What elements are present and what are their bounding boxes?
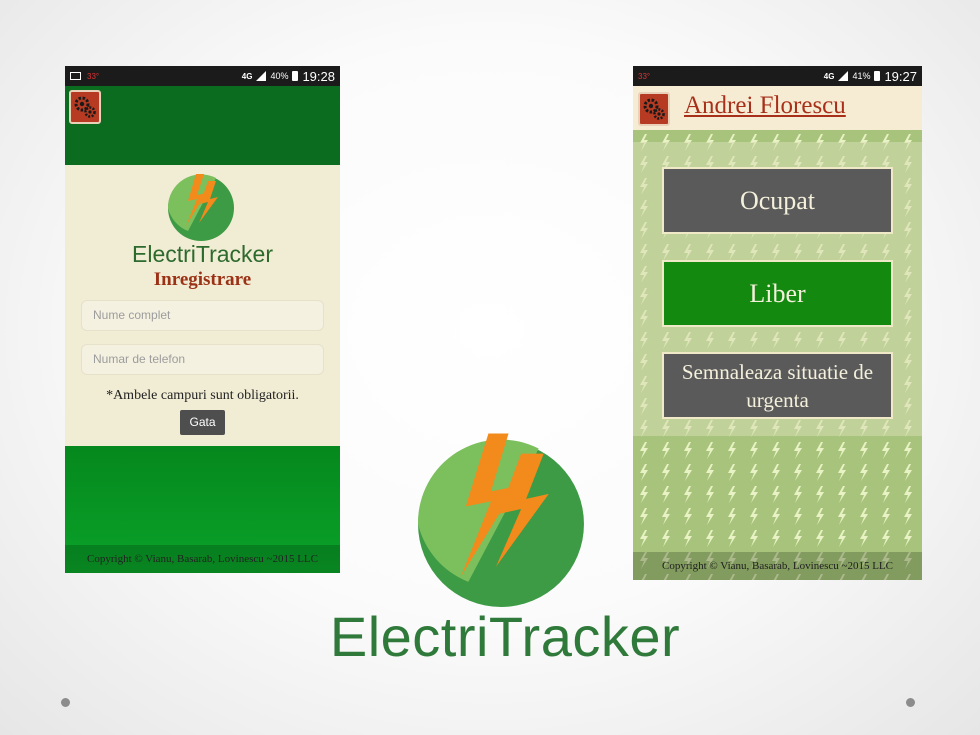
electritracker-logo-icon: [167, 174, 234, 241]
status-time: 19:28: [302, 68, 335, 84]
busy-button[interactable]: Ocupat: [662, 167, 893, 234]
slide-dot-left: [61, 698, 70, 707]
brand-wordmark: ElectriTracker: [329, 605, 681, 668]
temperature-indicator: 33°: [87, 71, 100, 81]
status-screen: 33° 4G 41% 19:27 Andrei Florescu Ocupat …: [633, 66, 922, 580]
gear-icon: [74, 96, 96, 118]
registration-form: ElectriTracker Inregistrare Nume complet…: [65, 165, 340, 446]
full-name-field[interactable]: Nume complet: [81, 300, 324, 331]
phone-number-field[interactable]: Numar de telefon: [81, 344, 324, 375]
app-header: [65, 86, 340, 165]
settings-button[interactable]: [69, 90, 101, 124]
image-notification-icon: [70, 72, 81, 80]
slide-dot-right: [906, 698, 915, 707]
registration-screen: 33° 4G 40% 19:28 ElectriTracker Inregist…: [65, 66, 340, 573]
status-bar: 33° 4G 40% 19:28: [65, 66, 340, 86]
brand-name: ElectriTracker: [132, 241, 273, 267]
electritracker-logo-icon: [418, 433, 584, 607]
free-button[interactable]: Liber: [662, 260, 893, 327]
bottom-area: Copyright © Vianu, Basarab, Lovinescu ~2…: [65, 446, 340, 573]
battery-percent: 40%: [270, 71, 289, 81]
network-type: 4G: [241, 71, 253, 81]
copyright-footer: Copyright © Vianu, Basarab, Lovinescu ~2…: [633, 552, 922, 580]
battery-icon: [292, 71, 299, 81]
form-title: Inregistrare: [153, 269, 252, 290]
required-fields-note: *Ambele campuri sunt obligatorii.: [106, 388, 299, 403]
submit-button[interactable]: Gata: [180, 410, 225, 435]
emergency-button[interactable]: Semnaleaza situatie de urgenta: [662, 352, 893, 419]
signal-icon: [256, 71, 267, 81]
copyright-footer: Copyright © Vianu, Basarab, Lovinescu ~2…: [65, 545, 340, 573]
